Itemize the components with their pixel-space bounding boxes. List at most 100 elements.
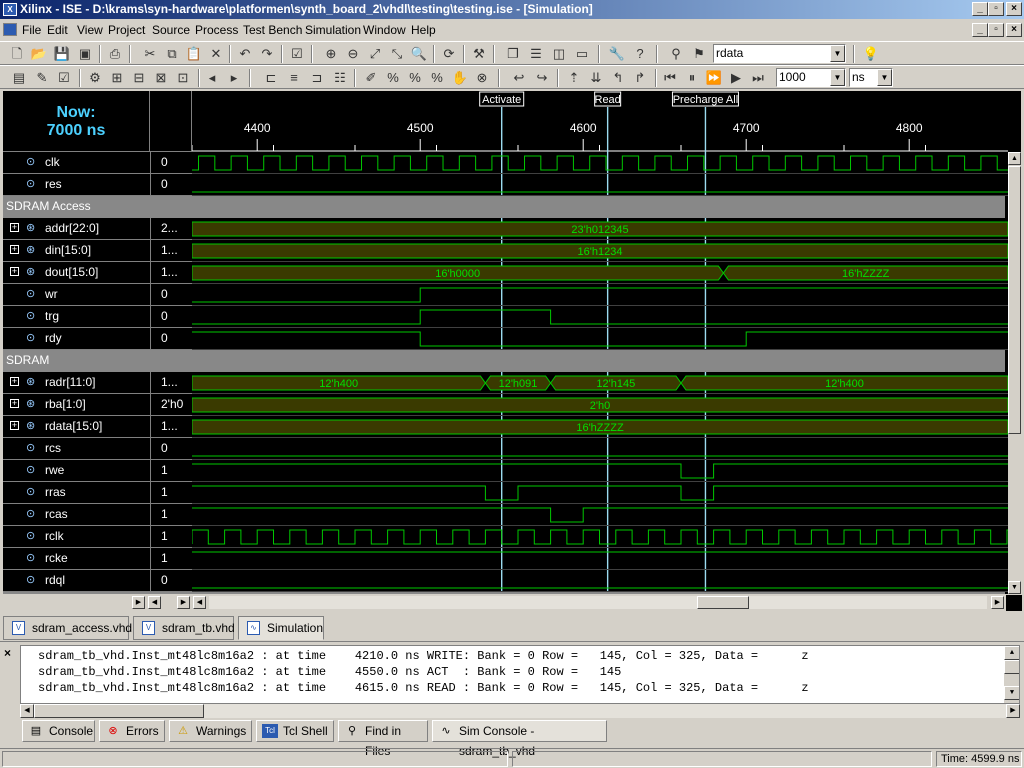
menu-view[interactable]: View — [77, 23, 103, 37]
marker-label[interactable]: Precharge All — [673, 94, 738, 106]
refresh-icon[interactable]: ⟳ — [440, 45, 458, 63]
hammer-icon[interactable]: ⚒ — [470, 45, 488, 63]
save-icon[interactable]: 💾 — [53, 45, 71, 63]
edit-icon[interactable]: ✎ — [33, 69, 51, 87]
doc-restore-button[interactable]: ▫ — [988, 23, 1004, 37]
hierarchy-3-icon[interactable]: ⊠ — [152, 69, 170, 87]
scroll-right-icon[interactable]: ▶ — [177, 596, 190, 609]
scroll-down-icon[interactable]: ▼ — [1008, 581, 1021, 594]
next-icon[interactable]: ▸ — [225, 69, 243, 87]
chevron-down-icon[interactable]: ▼ — [830, 69, 845, 86]
align-right-icon[interactable]: ⊐ — [308, 69, 326, 87]
signal-row-rdql[interactable]: ⊙ rdql — [3, 570, 150, 592]
scroll-left-icon[interactable]: ◀ — [20, 704, 34, 718]
console-hscroll[interactable]: ◀ ▶ — [20, 704, 1020, 718]
maximize-button[interactable]: ▫ — [988, 2, 1004, 16]
window-icon[interactable]: ▭ — [573, 45, 591, 63]
tab-simulation[interactable]: ∿ Simulation — [238, 616, 324, 640]
marker-label[interactable]: Read — [595, 94, 621, 106]
hierarchy-4-icon[interactable]: ⊡ — [174, 69, 192, 87]
signal-group-header[interactable]: SDRAM Access — [3, 196, 1005, 218]
previous-icon[interactable]: ◂ — [203, 69, 221, 87]
step-forward-icon[interactable]: ↪ — [533, 69, 551, 87]
hierarchy-2-icon[interactable]: ⊟ — [130, 69, 148, 87]
vertical-scrollbar[interactable]: ▲ ▼ — [1008, 152, 1021, 594]
close-button[interactable]: × — [1006, 2, 1022, 16]
sim-console-output[interactable]: sdram_tb_vhd.Inst_mt48lc8m16a2 : at time… — [20, 645, 1020, 704]
run-time-combo[interactable]: 1000 ▼ — [776, 68, 846, 87]
play-icon[interactable]: ▶ — [727, 69, 745, 87]
tab-sdram-tb[interactable]: V sdram_tb.vhd — [133, 616, 235, 640]
signal-row-rcke[interactable]: ⊙ rcke — [3, 548, 150, 570]
chevron-down-icon[interactable]: ▼ — [830, 45, 845, 62]
signal-group-header[interactable]: SDRAM — [3, 350, 1005, 372]
close-icon[interactable]: × — [4, 646, 11, 660]
scroll-right-icon[interactable]: ▶ — [132, 596, 145, 609]
cascade-icon[interactable]: ❐ — [504, 45, 522, 63]
signal-row-rba[interactable]: + ⊛ rba[1:0] — [3, 394, 150, 416]
open-folder-icon[interactable]: 📂 — [30, 45, 48, 63]
tile-vertical-icon[interactable]: ◫ — [550, 45, 568, 63]
horizontal-scroll-thumb[interactable] — [697, 596, 749, 609]
tab-find-in-files[interactable]: ⚲ Find in Files — [338, 720, 428, 758]
signal-row-rclk[interactable]: ⊙ rclk — [3, 526, 150, 548]
tab-errors[interactable]: ⊗ Errors — [99, 720, 165, 742]
scroll-down-icon[interactable]: ▼ — [1004, 686, 1019, 700]
signal-row-res[interactable]: ⊙ res — [3, 174, 150, 196]
paste-icon[interactable]: 📋 — [185, 45, 203, 63]
expand-icon[interactable]: + — [10, 377, 19, 386]
trace-canvas[interactable]: 4400 4500 4600 4700 4800 Activate Read Precharg… — [192, 91, 1008, 594]
tab-sim-console[interactable]: ∿ Sim Console - sdram_tb_vhd — [432, 720, 607, 758]
scroll-right-icon[interactable]: ▶ — [1006, 704, 1020, 718]
signal-row-rras[interactable]: ⊙ rras — [3, 482, 150, 504]
save-all-icon[interactable]: ▣ — [76, 45, 94, 63]
search-combo[interactable]: rdata ▼ — [713, 44, 846, 63]
find-in-files-icon[interactable]: ⚑ — [690, 45, 708, 63]
run-until-icon[interactable]: ⏭ — [749, 69, 767, 87]
menu-test-bench[interactable]: Test Bench — [243, 23, 302, 37]
pause-icon[interactable]: ⏸ — [683, 69, 701, 87]
align-left-icon[interactable]: ⊏ — [262, 69, 280, 87]
run-all-icon[interactable]: ⇊ — [587, 69, 605, 87]
expand-icon[interactable]: + — [10, 421, 19, 430]
tab-console[interactable]: ▤ Console — [22, 720, 95, 742]
signal-row-radr[interactable]: + ⊛ radr[11:0] — [3, 372, 150, 394]
new-file-icon[interactable]: 🗋 — [8, 45, 26, 63]
hierarchy-icon[interactable]: ⊞ — [108, 69, 126, 87]
console-hscroll-thumb[interactable] — [34, 704, 204, 718]
signal-row-dout[interactable]: + ⊛ dout[15:0] — [3, 262, 150, 284]
expand-icon[interactable]: + — [10, 267, 19, 276]
zoom-fit-icon[interactable]: ⤢ — [366, 45, 384, 63]
pen-percent-2-icon[interactable]: % — [406, 69, 424, 87]
binoculars-icon[interactable]: ⚲ — [667, 45, 685, 63]
tile-horizontal-icon[interactable]: ☰ — [527, 45, 545, 63]
scroll-right-icon[interactable]: ▶ — [991, 596, 1004, 609]
edit-source-icon[interactable]: ▤ — [10, 69, 28, 87]
tab-warnings[interactable]: ⚠ Warnings — [169, 720, 252, 742]
delete-icon[interactable]: ✕ — [207, 45, 225, 63]
run-for-icon[interactable]: ↱ — [631, 69, 649, 87]
menu-project[interactable]: Project — [108, 23, 145, 37]
vertical-scroll-thumb[interactable] — [1008, 166, 1021, 434]
restart-icon[interactable]: ↰ — [609, 69, 627, 87]
checklist-icon[interactable]: ☑ — [288, 45, 306, 63]
menu-edit[interactable]: Edit — [47, 23, 68, 37]
tab-sdram-access[interactable]: V sdram_access.vhd — [3, 616, 132, 640]
menu-window[interactable]: Window — [363, 23, 406, 37]
signal-row-rdy[interactable]: ⊙ rdy — [3, 328, 150, 350]
scroll-up-icon[interactable]: ▲ — [1004, 646, 1019, 660]
expand-icon[interactable]: + — [10, 223, 19, 232]
signal-row-din[interactable]: + ⊛ din[15:0] — [3, 240, 150, 262]
step-back-icon[interactable]: ↩ — [510, 69, 528, 87]
wrench-icon[interactable]: 🔧 — [608, 45, 626, 63]
signal-row-addr[interactable]: + ⊛ addr[22:0] — [3, 218, 150, 240]
signal-row-clk[interactable]: ⊙ clk — [3, 152, 150, 174]
lightbulb-icon[interactable]: 💡 — [862, 45, 880, 63]
zoom-area-icon[interactable]: 🔍 — [410, 45, 428, 63]
signal-row-rcs[interactable]: ⊙ rcs — [3, 438, 150, 460]
pen-percent-icon[interactable]: % — [384, 69, 402, 87]
pen-icon[interactable]: ✐ — [362, 69, 380, 87]
undo-icon[interactable]: ↶ — [236, 45, 254, 63]
horizontal-scroll-track[interactable] — [209, 596, 987, 609]
menu-process[interactable]: Process — [195, 23, 238, 37]
